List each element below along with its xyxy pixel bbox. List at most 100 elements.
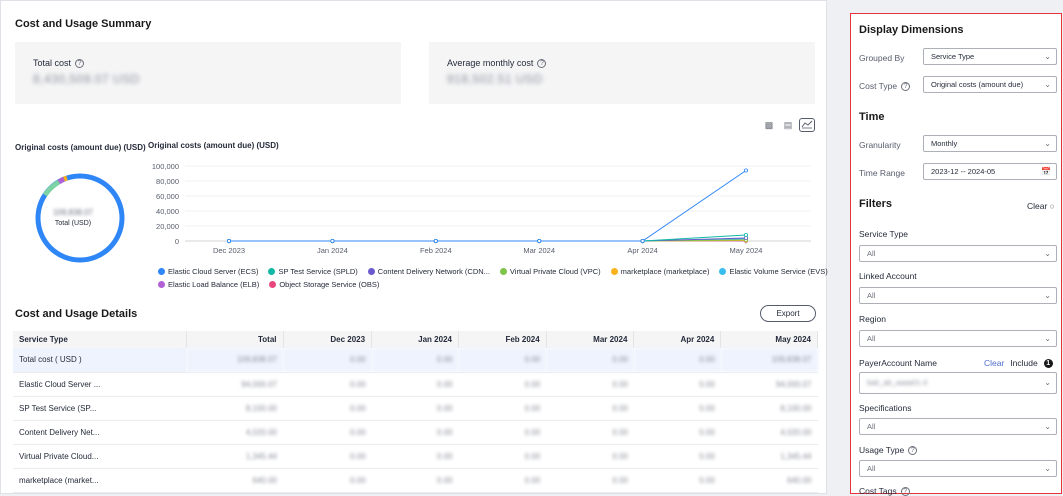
help-icon[interactable]: ? (908, 446, 917, 455)
help-icon[interactable]: ? (901, 487, 910, 496)
table-row[interactable]: marketplace (market...640.000.000.000.00… (13, 468, 818, 492)
cost-cell: 0.00 (634, 396, 721, 420)
granularity-select[interactable]: Monthly⌄ (923, 135, 1057, 152)
donut-segment-spld (45, 182, 59, 195)
average-cost-label: Average monthly cost (447, 58, 533, 68)
series-point[interactable] (744, 233, 747, 236)
legend-item[interactable]: Elastic Cloud Server (ECS) (158, 267, 258, 276)
legend-dot-icon (719, 268, 726, 275)
chevron-down-icon: ⌄ (1044, 246, 1051, 261)
x-tick-label: Feb 2024 (420, 246, 452, 255)
specifications-select[interactable]: All⌄ (859, 418, 1057, 435)
cost-cell: 0.00 (372, 444, 459, 468)
cost-cell: 0.00 (546, 420, 634, 444)
cost-cell: 0.00 (458, 468, 546, 492)
x-tick-label: Dec 2023 (213, 246, 245, 255)
table-row[interactable]: Virtual Private Cloud...1,345.440.000.00… (13, 444, 818, 468)
chevron-down-icon: ⌄ (1044, 49, 1051, 64)
cost-cell: 0.00 (634, 444, 721, 468)
cost-cell: 0.00 (283, 468, 372, 492)
usage-type-select[interactable]: All⌄ (859, 460, 1057, 477)
total-cost-card: Total cost ? 8,430,509.07 USD (15, 42, 401, 104)
legend-label: Object Storage Service (OBS) (279, 280, 379, 289)
legend-item[interactable]: Content Delivery Network (CDN... (368, 267, 490, 276)
time-title: Time (859, 111, 884, 123)
grouped-by-select[interactable]: Service Type⌄ (923, 48, 1057, 65)
legend-dot-icon (500, 268, 507, 275)
table-row[interactable]: Elastic Cloud Server ...94,000.070.000.0… (13, 372, 818, 396)
specifications-label: Specifications (859, 403, 911, 413)
legend-dot-icon (158, 281, 165, 288)
usage-type-label: Usage Type (859, 445, 904, 455)
service-type-label: Service Type (859, 229, 908, 239)
service-type-cell: Elastic Cloud Server ... (13, 372, 186, 396)
series-point[interactable] (641, 239, 644, 242)
y-tick-label: 80,000 (156, 177, 179, 186)
series-point[interactable] (331, 239, 334, 242)
series-point[interactable] (538, 239, 541, 242)
series-point[interactable] (227, 239, 230, 242)
legend-item[interactable]: Virtual Private Cloud (VPC) (500, 267, 601, 276)
stacked-chart-icon[interactable]: ▤ (780, 118, 796, 132)
payer-account-select[interactable]: bak_ab_aaaa01 d⌄ (859, 372, 1057, 394)
line-chart-icon[interactable] (799, 118, 815, 132)
cost-cell: 0.00 (546, 468, 634, 492)
payer-clear-link[interactable]: Clear (984, 358, 1004, 368)
table-row[interactable]: Content Delivery Net...4,020.000.000.000… (13, 420, 818, 444)
cost-cell: 1,345.44 (186, 444, 283, 468)
legend-item[interactable]: Object Storage Service (OBS) (269, 280, 379, 289)
x-tick-label: Apr 2024 (627, 246, 657, 255)
column-header: Mar 2024 (546, 331, 634, 348)
legend-item[interactable]: Elastic Volume Service (EVS) (719, 267, 827, 276)
payer-include-toggle[interactable]: Include (1010, 358, 1037, 368)
info-icon: 1 (1044, 359, 1053, 368)
y-tick-label: 0 (175, 237, 179, 246)
cost-cell: 109,838.07 (721, 348, 818, 372)
cost-cell: 0.00 (283, 396, 372, 420)
service-type-select[interactable]: All⌄ (859, 245, 1057, 262)
donut-segment-cdn (59, 179, 64, 182)
linked-account-select[interactable]: All⌄ (859, 287, 1057, 304)
cost-cell: 0.00 (283, 420, 372, 444)
filters-clear-link[interactable]: Clear (1027, 201, 1047, 211)
column-header: Feb 2024 (458, 331, 546, 348)
service-type-cell: Virtual Private Cloud... (13, 444, 186, 468)
refresh-icon[interactable]: ○ (1047, 201, 1055, 211)
region-select[interactable]: All⌄ (859, 330, 1057, 347)
series-point[interactable] (434, 239, 437, 242)
legend-item[interactable]: marketplace (marketplace) (611, 267, 710, 276)
help-icon[interactable]: ? (75, 59, 84, 68)
column-header: Dec 2023 (283, 331, 372, 348)
time-range-picker[interactable]: 2023-12 -- 2024-05📅 (923, 163, 1057, 180)
help-icon[interactable]: ? (901, 82, 910, 91)
legend-dot-icon (368, 268, 375, 275)
table-row[interactable]: SP Test Service (SP...8,100.000.000.000.… (13, 396, 818, 420)
series-point[interactable] (744, 169, 747, 172)
cost-cell: 0.00 (634, 420, 721, 444)
cost-cell: 4,020.00 (186, 420, 283, 444)
filter-panel: Display Dimensions Grouped By Service Ty… (850, 13, 1062, 494)
column-header: May 2024 (721, 331, 818, 348)
cost-type-select[interactable]: Original costs (amount due)⌄ (923, 76, 1057, 93)
cost-cell: 0.00 (458, 420, 546, 444)
legend-label: SP Test Service (SPLD) (278, 267, 357, 276)
cost-cell: 0.00 (458, 348, 546, 372)
service-type-cell: Total cost ( USD ) (13, 348, 186, 372)
column-header: Service Type (13, 331, 186, 348)
legend-dot-icon (611, 268, 618, 275)
cost-cell: 0.00 (372, 348, 459, 372)
cost-cell: 0.00 (546, 372, 634, 396)
table-row[interactable]: Total cost ( USD )109,838.070.000.000.00… (13, 348, 818, 372)
help-icon[interactable]: ? (537, 59, 546, 68)
x-tick-label: Jan 2024 (317, 246, 348, 255)
export-button[interactable]: Export (760, 305, 816, 322)
bar-chart-icon[interactable]: ▩ (761, 118, 777, 132)
trend-line-chart: 100,00080,00060,00040,00020,0000Dec 2023… (141, 156, 821, 261)
cost-cell: 0.00 (458, 444, 546, 468)
legend-item[interactable]: SP Test Service (SPLD) (268, 267, 357, 276)
average-cost-value: 918,502.51 USD (447, 72, 543, 86)
time-range-label: Time Range (859, 168, 905, 178)
legend-item[interactable]: Elastic Load Balance (ELB) (158, 280, 259, 289)
ring-total-caption: Total (USD) (33, 220, 113, 227)
chevron-down-icon: ⌄ (1044, 461, 1051, 476)
